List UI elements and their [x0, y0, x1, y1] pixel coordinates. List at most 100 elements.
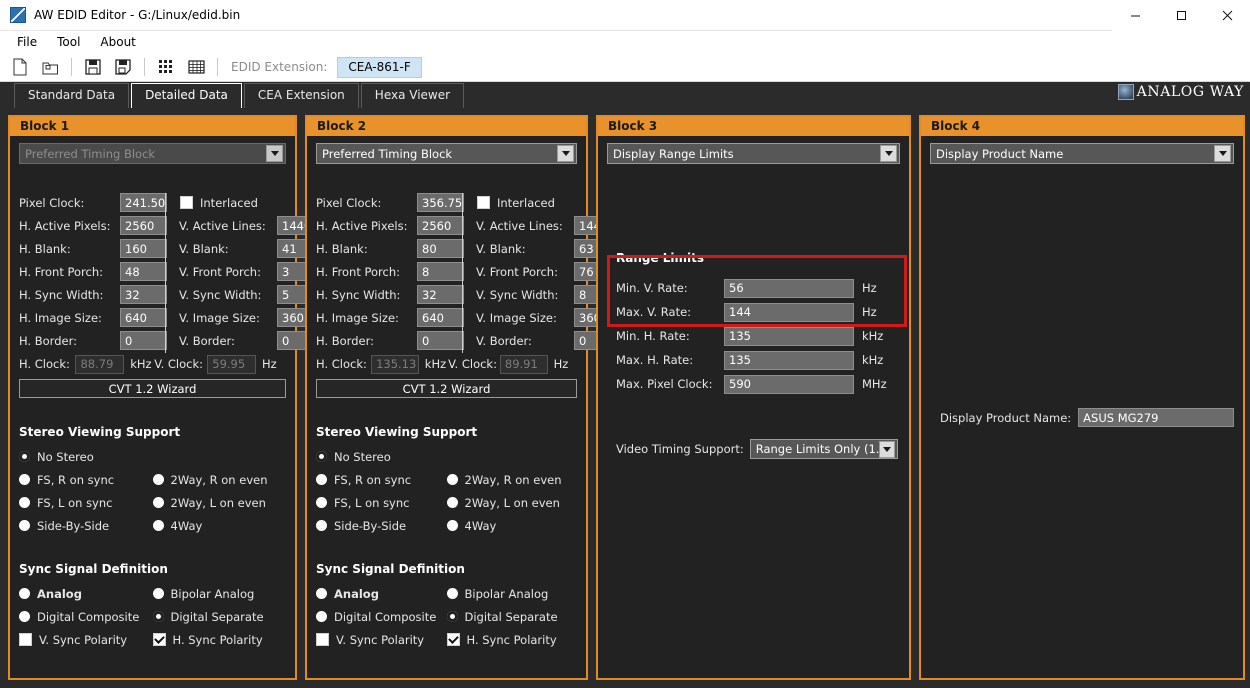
- h-blank-label: H. Blank:: [316, 241, 368, 256]
- radio-label: Side-By-Side: [334, 518, 407, 533]
- menu-about[interactable]: About: [91, 32, 144, 52]
- min-v-rate-field[interactable]: 56: [724, 278, 854, 298]
- checkbox-checked-icon: [152, 633, 166, 646]
- block-1-radio-fs-r-on-sync[interactable]: FS, R on sync: [19, 468, 153, 491]
- block-2-pixel-clock-field[interactable]: 356.75: [417, 193, 464, 212]
- block-2-radio-digital-composite[interactable]: Digital Composite: [316, 605, 447, 628]
- close-button[interactable]: [1204, 0, 1250, 31]
- block-2-h-blank-field[interactable]: 80: [417, 239, 464, 258]
- tab-detailed-data[interactable]: Detailed Data: [131, 83, 242, 108]
- radio-icon: [446, 520, 458, 531]
- block-2-v-sync-polarity-checkbox[interactable]: V. Sync Polarity: [316, 628, 447, 651]
- block-2-radio-analog[interactable]: Analog: [316, 582, 447, 605]
- block-1-radio-2way-r-on-even[interactable]: 2Way, R on even: [152, 468, 287, 491]
- block-1-radio-side-by-side[interactable]: Side-By-Side: [19, 514, 153, 537]
- block-2-h-active-field[interactable]: 2560: [417, 216, 464, 235]
- block-1-type-combo[interactable]: Preferred Timing Block: [19, 143, 286, 164]
- block-2-h-clock-field: 135.13: [371, 354, 419, 374]
- block-1-radio-fs-l-on-sync[interactable]: FS, L on sync: [19, 491, 153, 514]
- chevron-down-icon[interactable]: [1214, 145, 1231, 162]
- block-2-radio-no-stereo[interactable]: No Stereo: [316, 445, 577, 468]
- minimize-button[interactable]: [1112, 0, 1158, 31]
- edid-extension-value[interactable]: CEA-861-F: [337, 56, 422, 78]
- block-2-h-image-field[interactable]: 640: [417, 308, 464, 327]
- chevron-down-icon[interactable]: [557, 145, 574, 162]
- block-1-h-active-field[interactable]: 2560: [120, 216, 167, 235]
- block-2-cvt-wizard-button[interactable]: CVT 1.2 Wizard: [316, 379, 577, 398]
- block-1-divider: [165, 193, 166, 353]
- tab-hexa-viewer[interactable]: Hexa Viewer: [360, 83, 465, 108]
- menu-file[interactable]: File: [8, 32, 46, 52]
- block-1-h-blank-field[interactable]: 160: [120, 239, 167, 258]
- grid-icon[interactable]: [152, 55, 180, 79]
- max-pixel-clock-field[interactable]: 590: [724, 374, 854, 394]
- block-2-h-front-field[interactable]: 8: [417, 262, 464, 281]
- display-product-name-field[interactable]: ASUS MG279: [1078, 408, 1234, 427]
- block-3-type-value: Display Range Limits: [613, 146, 734, 161]
- block-1-radio-digital-composite[interactable]: Digital Composite: [19, 605, 153, 628]
- block-1-h-border-field[interactable]: 0: [120, 331, 167, 350]
- block-1-radio-4way[interactable]: 4Way: [152, 514, 287, 537]
- block-2-type-combo[interactable]: Preferred Timing Block: [316, 143, 577, 164]
- block-2-radio-fs-r-on-sync[interactable]: FS, R on sync: [316, 468, 447, 491]
- block-2-radio-2way-l-on-even[interactable]: 2Way, L on even: [446, 491, 578, 514]
- block-2-h-sync-field[interactable]: 32: [417, 285, 464, 304]
- block-1-h-sync-polarity-checkbox[interactable]: H. Sync Polarity: [152, 628, 287, 651]
- block-2-radio-bipolar-analog[interactable]: Bipolar Analog: [446, 582, 578, 605]
- window-controls: [1112, 0, 1250, 31]
- v-border-label: V. Border:: [179, 333, 235, 348]
- chevron-down-icon[interactable]: [879, 440, 895, 458]
- tab-standard-data[interactable]: Standard Data: [14, 83, 130, 108]
- block-2-interlaced-checkbox[interactable]: [477, 196, 490, 209]
- block-1-stereo-section: Stereo Viewing Support No Stereo FS, R o…: [19, 425, 286, 537]
- radio-icon: [316, 520, 327, 531]
- block-1-radio-2way-l-on-even[interactable]: 2Way, L on even: [152, 491, 287, 514]
- block-1-interlaced-checkbox[interactable]: [180, 196, 193, 209]
- h-active-label: H. Active Pixels:: [316, 218, 408, 233]
- block-2-radio-digital-separate[interactable]: Digital Separate: [446, 605, 578, 628]
- max-h-rate-field[interactable]: 135: [724, 350, 854, 370]
- save-as-icon[interactable]: [109, 55, 137, 79]
- block-1-pixel-clock-field[interactable]: 241.50: [120, 193, 167, 212]
- block-2-radio-side-by-side[interactable]: Side-By-Side: [316, 514, 447, 537]
- block-2-radio-2way-r-on-even[interactable]: 2Way, R on even: [446, 468, 578, 491]
- h-border-label: H. Border:: [19, 333, 77, 348]
- block-1-h-sync-field[interactable]: 32: [120, 285, 167, 304]
- block-1-radio-bipolar-analog[interactable]: Bipolar Analog: [152, 582, 287, 605]
- block-1-v-sync-polarity-checkbox[interactable]: V. Sync Polarity: [19, 628, 153, 651]
- tab-cea-extension[interactable]: CEA Extension: [243, 83, 359, 108]
- block-1-radio-digital-separate[interactable]: Digital Separate: [152, 605, 287, 628]
- block-1-cvt-wizard-button[interactable]: CVT 1.2 Wizard: [19, 379, 286, 398]
- radio-label: Digital Separate: [170, 609, 264, 624]
- block-1-radio-no-stereo[interactable]: No Stereo: [19, 445, 286, 468]
- new-file-icon[interactable]: [6, 55, 34, 79]
- table-row: H. Clock: 135.13 kHz V. Clock: 89.91 Hz: [316, 352, 577, 376]
- block-2-radio-4way[interactable]: 4Way: [446, 514, 578, 537]
- video-timing-support-value: Range Limits Only (1.4): [755, 442, 880, 456]
- max-v-rate-field[interactable]: 144: [724, 302, 854, 322]
- block-4-type-combo[interactable]: Display Product Name: [930, 143, 1234, 164]
- chevron-down-icon[interactable]: [266, 145, 283, 162]
- block-3-type-combo[interactable]: Display Range Limits: [607, 143, 900, 164]
- open-folder-icon[interactable]: [36, 55, 64, 79]
- radio-label: No Stereo: [37, 449, 94, 464]
- block-2-radio-fs-l-on-sync[interactable]: FS, L on sync: [316, 491, 447, 514]
- v-clock-label: V. Clock:: [154, 357, 204, 371]
- block-2-h-border-field[interactable]: 0: [417, 331, 464, 350]
- menu-tool[interactable]: Tool: [48, 32, 89, 52]
- checkbox-label: H. Sync Polarity: [172, 632, 263, 647]
- h-image-label: H. Image Size:: [316, 310, 399, 325]
- maximize-button[interactable]: [1158, 0, 1204, 31]
- save-icon[interactable]: [79, 55, 107, 79]
- block-1-h-image-field[interactable]: 640: [120, 308, 167, 327]
- min-h-rate-field[interactable]: 135: [724, 326, 854, 346]
- table-icon[interactable]: [182, 55, 210, 79]
- video-timing-support-combo[interactable]: Range Limits Only (1.4): [749, 439, 898, 459]
- block-2-h-sync-polarity-checkbox[interactable]: H. Sync Polarity: [446, 628, 578, 651]
- table-row: Max. V. Rate: 144 Hz: [607, 300, 900, 324]
- min-h-rate-label: Min. H. Rate:: [616, 329, 690, 343]
- radio-icon: [316, 474, 327, 485]
- block-1-radio-analog[interactable]: Analog: [19, 582, 153, 605]
- chevron-down-icon[interactable]: [880, 145, 897, 162]
- block-1-h-front-field[interactable]: 48: [120, 262, 167, 281]
